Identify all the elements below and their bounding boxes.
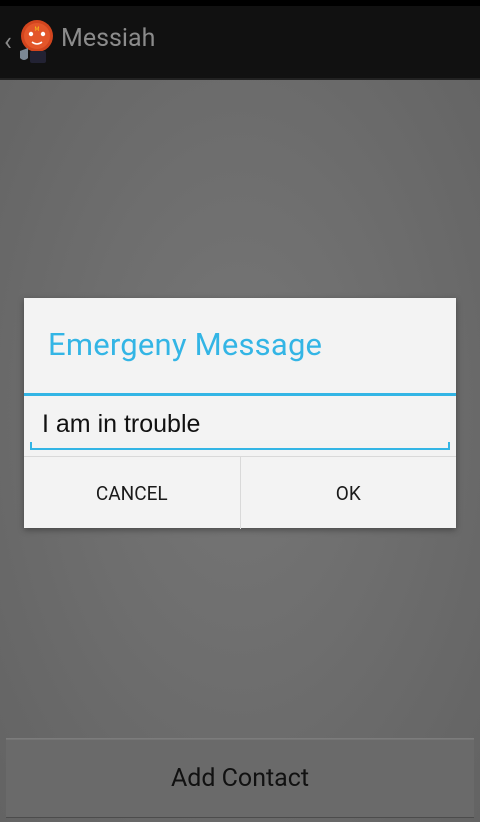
app-title: Messiah (61, 24, 156, 53)
app-icon[interactable]: M (16, 17, 56, 67)
cancel-button[interactable]: CANCEL (24, 457, 240, 529)
input-underline (30, 442, 450, 450)
dialog-title: Emergeny Message (48, 326, 323, 363)
add-contact-button[interactable]: Add Contact (6, 738, 474, 818)
emergency-message-dialog: Emergeny Message CANCEL OK (24, 298, 456, 529)
chevron-left-icon[interactable]: ‹ (4, 29, 16, 55)
title-divider (24, 393, 456, 396)
ok-button[interactable]: OK (241, 457, 457, 529)
action-bar: ‹ M Messiah (0, 6, 480, 80)
svg-text:M: M (34, 26, 39, 33)
message-input[interactable] (42, 410, 442, 439)
message-field (30, 398, 450, 452)
dialog-button-row: CANCEL OK (24, 456, 456, 529)
